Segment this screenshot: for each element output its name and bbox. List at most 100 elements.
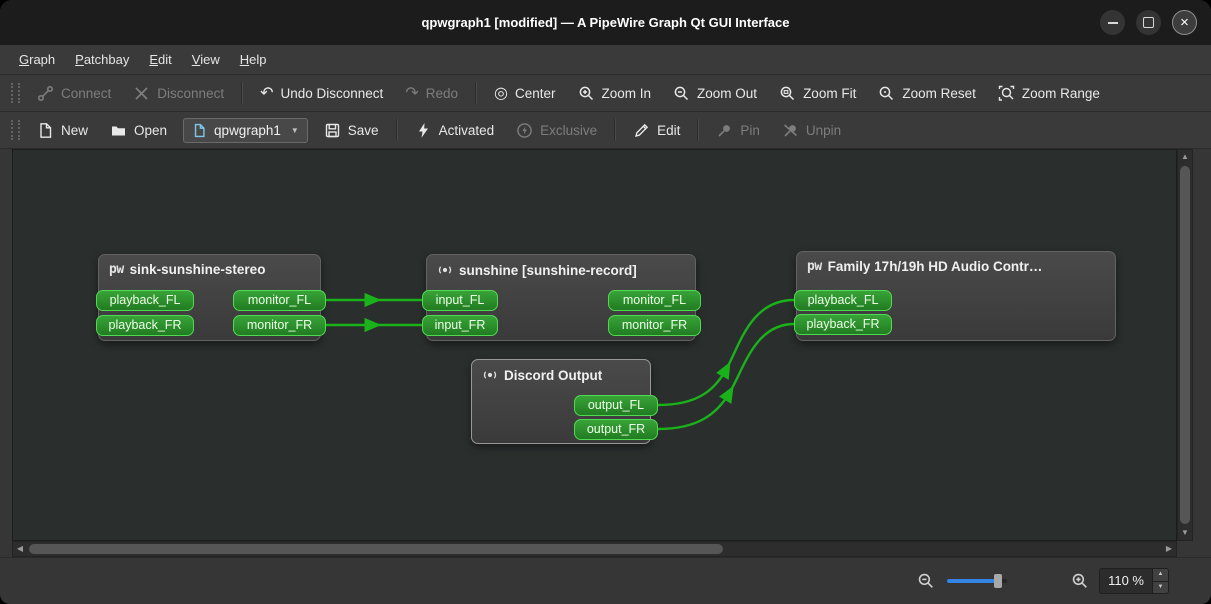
disconnect-button[interactable]: Disconnect: [123, 79, 234, 108]
toolbar-separator: [475, 82, 477, 104]
scroll-down-button[interactable]: ▼: [1178, 526, 1192, 540]
zoom-percent-value: 110 %: [1108, 573, 1144, 588]
button-label: Unpin: [805, 122, 842, 138]
spin-up-button[interactable]: ▲: [1153, 569, 1168, 582]
pin-icon: [718, 124, 731, 137]
center-button[interactable]: ◎ Center: [484, 79, 566, 107]
center-icon: ◎: [494, 83, 508, 102]
port-discord-output-fr[interactable]: output_FR: [574, 419, 658, 440]
button-label: Redo: [425, 85, 458, 101]
toolbar-separator: [395, 119, 398, 141]
chevron-down-icon: ▼: [290, 125, 299, 135]
button-label: Zoom Fit: [803, 85, 857, 101]
close-button[interactable]: ×: [1172, 10, 1197, 35]
spin-down-button[interactable]: ▼: [1153, 581, 1168, 593]
button-label: Zoom Range: [1021, 85, 1100, 101]
redo-button[interactable]: ↷ Redo: [395, 79, 468, 107]
minimize-button[interactable]: [1100, 10, 1125, 35]
port-sunshine-input-fl[interactable]: input_FL: [422, 290, 498, 311]
menu-graph[interactable]: Graph: [10, 48, 64, 71]
port-sunshine-monitor-fr[interactable]: monitor_FR: [608, 315, 701, 336]
save-button[interactable]: Save: [314, 116, 389, 145]
edit-pencil-icon: [635, 123, 649, 137]
maximize-button[interactable]: [1136, 10, 1161, 35]
button-label: Center: [514, 85, 556, 101]
exclusive-icon: [517, 122, 532, 138]
combobox-value: qpwgraph1: [214, 122, 281, 138]
zoom-out-small-icon[interactable]: [917, 572, 935, 590]
zoom-reset-button[interactable]: Zoom Reset: [868, 79, 986, 108]
pin-button[interactable]: Pin: [706, 116, 770, 145]
horizontal-scrollbar[interactable]: ◀ ▶: [12, 541, 1177, 557]
port-discord-output-fl[interactable]: output_FL: [574, 395, 658, 416]
titlebar[interactable]: qpwgraph1 [modified] — A PipeWire Graph …: [0, 0, 1211, 46]
zoom-in-button[interactable]: Zoom In: [568, 79, 662, 108]
graph-toolbar: Connect Disconnect ↶ Undo Disconnect ↷ R…: [0, 75, 1211, 112]
patchbay-file-icon: [194, 123, 205, 137]
qpwgraph-window: qpwgraph1 [modified] — A PipeWire Graph …: [0, 0, 1211, 604]
menu-help[interactable]: Help: [231, 48, 276, 71]
zoom-slider-fill: [947, 579, 998, 583]
horizontal-scrollbar-handle[interactable]: [29, 544, 723, 554]
button-label: Zoom In: [601, 85, 652, 101]
scroll-right-button[interactable]: ▶: [1162, 542, 1176, 556]
button-label: Exclusive: [540, 122, 598, 138]
undo-disconnect-button[interactable]: ↶ Undo Disconnect: [250, 79, 393, 107]
button-label: Zoom Reset: [902, 85, 976, 101]
zoom-fit-button[interactable]: Zoom Fit: [769, 79, 866, 108]
zoom-percent-spinbox[interactable]: 110 % ▲ ▼: [1099, 568, 1169, 594]
edit-button[interactable]: Edit: [623, 116, 690, 145]
exclusive-button[interactable]: Exclusive: [506, 116, 607, 145]
window-controls: ×: [1100, 0, 1197, 45]
vertical-scrollbar-handle[interactable]: [1180, 166, 1190, 524]
port-sink-monitor-fl[interactable]: monitor_FL: [233, 290, 326, 311]
port-family-playback-fl[interactable]: playback_FL: [794, 290, 892, 311]
scroll-up-button[interactable]: ▲: [1178, 150, 1192, 164]
connect-button[interactable]: Connect: [27, 79, 121, 108]
redo-icon: ↷: [405, 83, 419, 102]
open-folder-icon: [112, 126, 126, 135]
scroll-left-button[interactable]: ◀: [13, 542, 27, 556]
activated-button[interactable]: Activated: [405, 116, 505, 145]
button-label: Activated: [438, 122, 495, 138]
new-button[interactable]: New: [27, 116, 98, 145]
menu-edit[interactable]: Edit: [140, 48, 180, 71]
menu-patchbay[interactable]: Patchbay: [66, 48, 138, 71]
toolbar-separator: [614, 119, 617, 141]
port-sunshine-monitor-fl[interactable]: monitor_FL: [608, 290, 701, 311]
graph-canvas[interactable]: pw sink-sunshine-stereo playback_FL play…: [12, 149, 1177, 541]
patchbay-toolbar: New Open qpwgraph1 ▼ Save Activated Excl…: [0, 112, 1211, 149]
port-sink-playback-fr[interactable]: playback_FR: [96, 315, 194, 336]
port-sink-monitor-fr[interactable]: monitor_FR: [233, 315, 326, 336]
zoom-range-button[interactable]: Zoom Range: [988, 79, 1110, 108]
toolbar-separator: [697, 119, 700, 141]
vertical-scrollbar[interactable]: ▲ ▼: [1177, 149, 1193, 541]
new-file-icon: [40, 122, 52, 138]
button-label: Pin: [740, 122, 760, 138]
menubar: Graph Patchbay Edit View Help: [0, 45, 1211, 75]
zoom-out-button[interactable]: Zoom Out: [663, 79, 767, 108]
unpin-button[interactable]: Unpin: [772, 116, 851, 145]
connection-wires: [325, 292, 795, 431]
open-button[interactable]: Open: [100, 116, 177, 145]
wire-output-fr-to-playback-fr[interactable]: [657, 322, 795, 431]
disconnect-icon: [135, 86, 148, 100]
port-family-playback-fr[interactable]: playback_FR: [794, 314, 892, 335]
button-label: Edit: [657, 122, 681, 138]
button-label: Connect: [61, 85, 112, 101]
toolbar-separator: [241, 82, 244, 104]
save-icon: [325, 123, 339, 137]
port-sink-playback-fl[interactable]: playback_FL: [96, 290, 194, 311]
zoom-slider-handle[interactable]: [994, 574, 1003, 588]
toolbar-drag-handle[interactable]: [11, 83, 20, 103]
button-label: Disconnect: [157, 85, 225, 101]
port-sunshine-input-fr[interactable]: input_FR: [422, 315, 498, 336]
button-label: Save: [347, 122, 379, 138]
patchbay-profile-combobox[interactable]: qpwgraph1 ▼: [183, 117, 308, 143]
zoom-range-icon: [998, 85, 1015, 101]
zoom-slider[interactable]: [947, 573, 1008, 589]
menu-view[interactable]: View: [183, 48, 229, 71]
toolbar-drag-handle[interactable]: [11, 120, 20, 140]
zoom-reset-icon: [879, 86, 894, 100]
zoom-in-small-icon[interactable]: [1071, 572, 1089, 590]
